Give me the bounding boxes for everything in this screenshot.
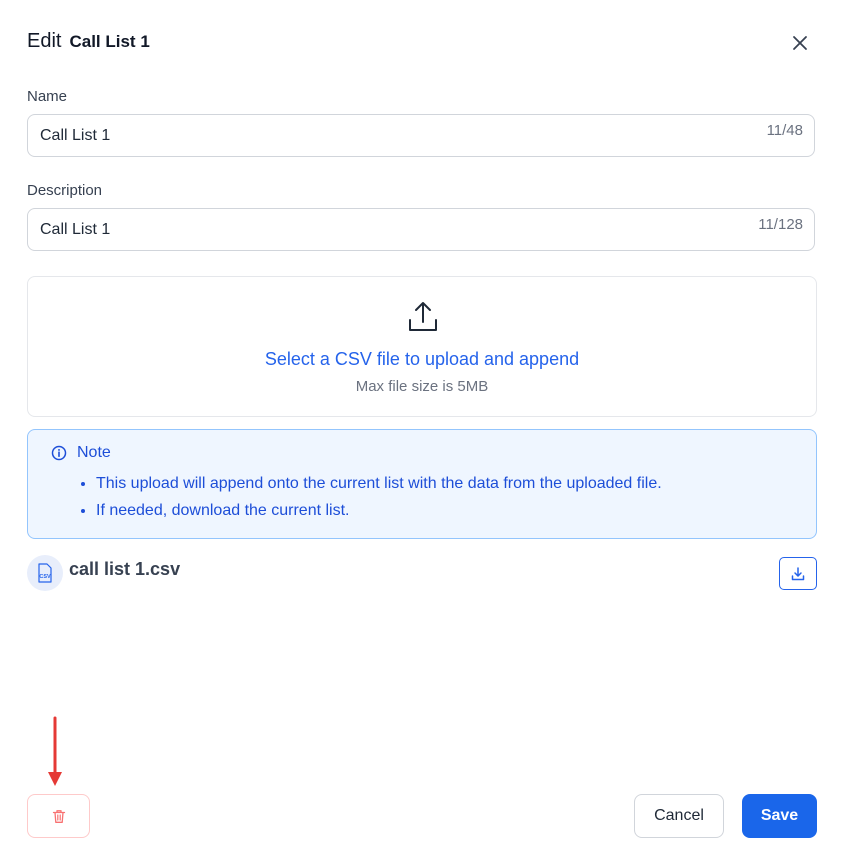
download-icon xyxy=(791,566,805,580)
arrow-down-icon xyxy=(48,716,62,786)
description-field-box: 11/128 xyxy=(27,208,815,251)
name-input[interactable] xyxy=(40,115,740,156)
cancel-button[interactable]: Cancel xyxy=(634,794,724,838)
csv-file-icon: CSV xyxy=(27,555,63,591)
file-name: call list 1.csv xyxy=(69,559,181,579)
download-current-list-button[interactable] xyxy=(779,557,817,590)
description-input[interactable] xyxy=(40,209,740,250)
note-box: Note This upload will append onto the cu… xyxy=(27,429,817,539)
name-label: Name xyxy=(27,88,68,105)
csv-file-glyph: CSV xyxy=(38,563,52,583)
note-item: If needed, download the current list. xyxy=(96,497,662,524)
name-char-counter: 11/48 xyxy=(766,122,803,139)
description-char-counter: 11/128 xyxy=(758,216,803,233)
close-button[interactable] xyxy=(786,29,814,57)
close-icon xyxy=(793,36,807,50)
info-icon xyxy=(51,445,67,461)
dialog-title-list-name: Call List 1 xyxy=(69,32,150,51)
trash-icon xyxy=(52,809,65,823)
upload-max-size: Max file size is 5MB xyxy=(355,378,489,395)
save-button[interactable]: Save xyxy=(742,794,817,838)
note-list: This upload will append onto the current… xyxy=(74,470,662,524)
csv-badge-text: CSV xyxy=(39,574,51,580)
dialog-header: Edit Call List 1 xyxy=(27,30,150,53)
dialog-title-prefix: Edit xyxy=(27,30,62,52)
upload-icon xyxy=(409,302,437,331)
note-item: This upload will append onto the current… xyxy=(96,470,662,497)
delete-list-button[interactable] xyxy=(27,794,90,838)
name-field-box: 11/48 xyxy=(27,114,815,157)
upload-title: Select a CSV file to upload and append xyxy=(264,349,580,369)
note-title: Note xyxy=(77,444,111,461)
csv-upload-dropzone[interactable]: Select a CSV file to upload and append M… xyxy=(27,276,817,417)
description-label: Description xyxy=(27,182,103,199)
current-file-row: CSV call list 1.csv xyxy=(27,554,817,592)
note-header: Note xyxy=(51,444,111,462)
